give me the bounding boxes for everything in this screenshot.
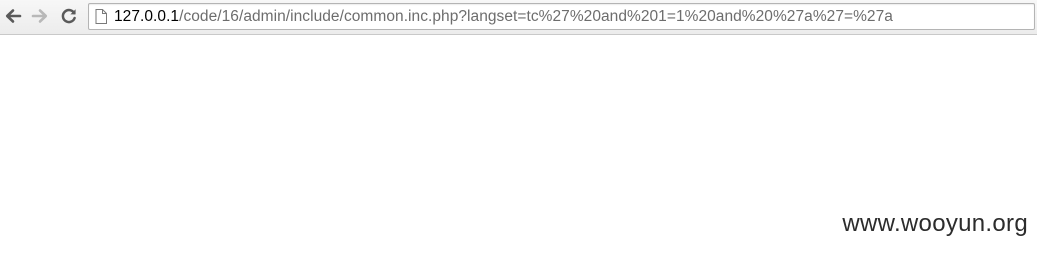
browser-window: 127.0.0.1/code/16/admin/include/common.i… bbox=[0, 0, 1037, 254]
arrow-right-icon bbox=[31, 9, 48, 23]
url-host: 127.0.0.1 bbox=[114, 8, 180, 25]
document-icon bbox=[95, 9, 107, 24]
url-path: /code/16/admin/include/common.inc.php?la… bbox=[179, 8, 893, 25]
address-bar[interactable]: 127.0.0.1/code/16/admin/include/common.i… bbox=[88, 3, 1035, 30]
forward-button[interactable] bbox=[28, 4, 52, 28]
reload-icon bbox=[61, 8, 76, 24]
back-button[interactable] bbox=[1, 4, 25, 28]
browser-toolbar: 127.0.0.1/code/16/admin/include/common.i… bbox=[0, 0, 1037, 35]
watermark-text: www.wooyun.org bbox=[842, 210, 1028, 237]
url-text[interactable]: 127.0.0.1/code/16/admin/include/common.i… bbox=[114, 8, 893, 26]
arrow-left-icon bbox=[5, 9, 22, 23]
reload-button[interactable] bbox=[57, 4, 81, 28]
